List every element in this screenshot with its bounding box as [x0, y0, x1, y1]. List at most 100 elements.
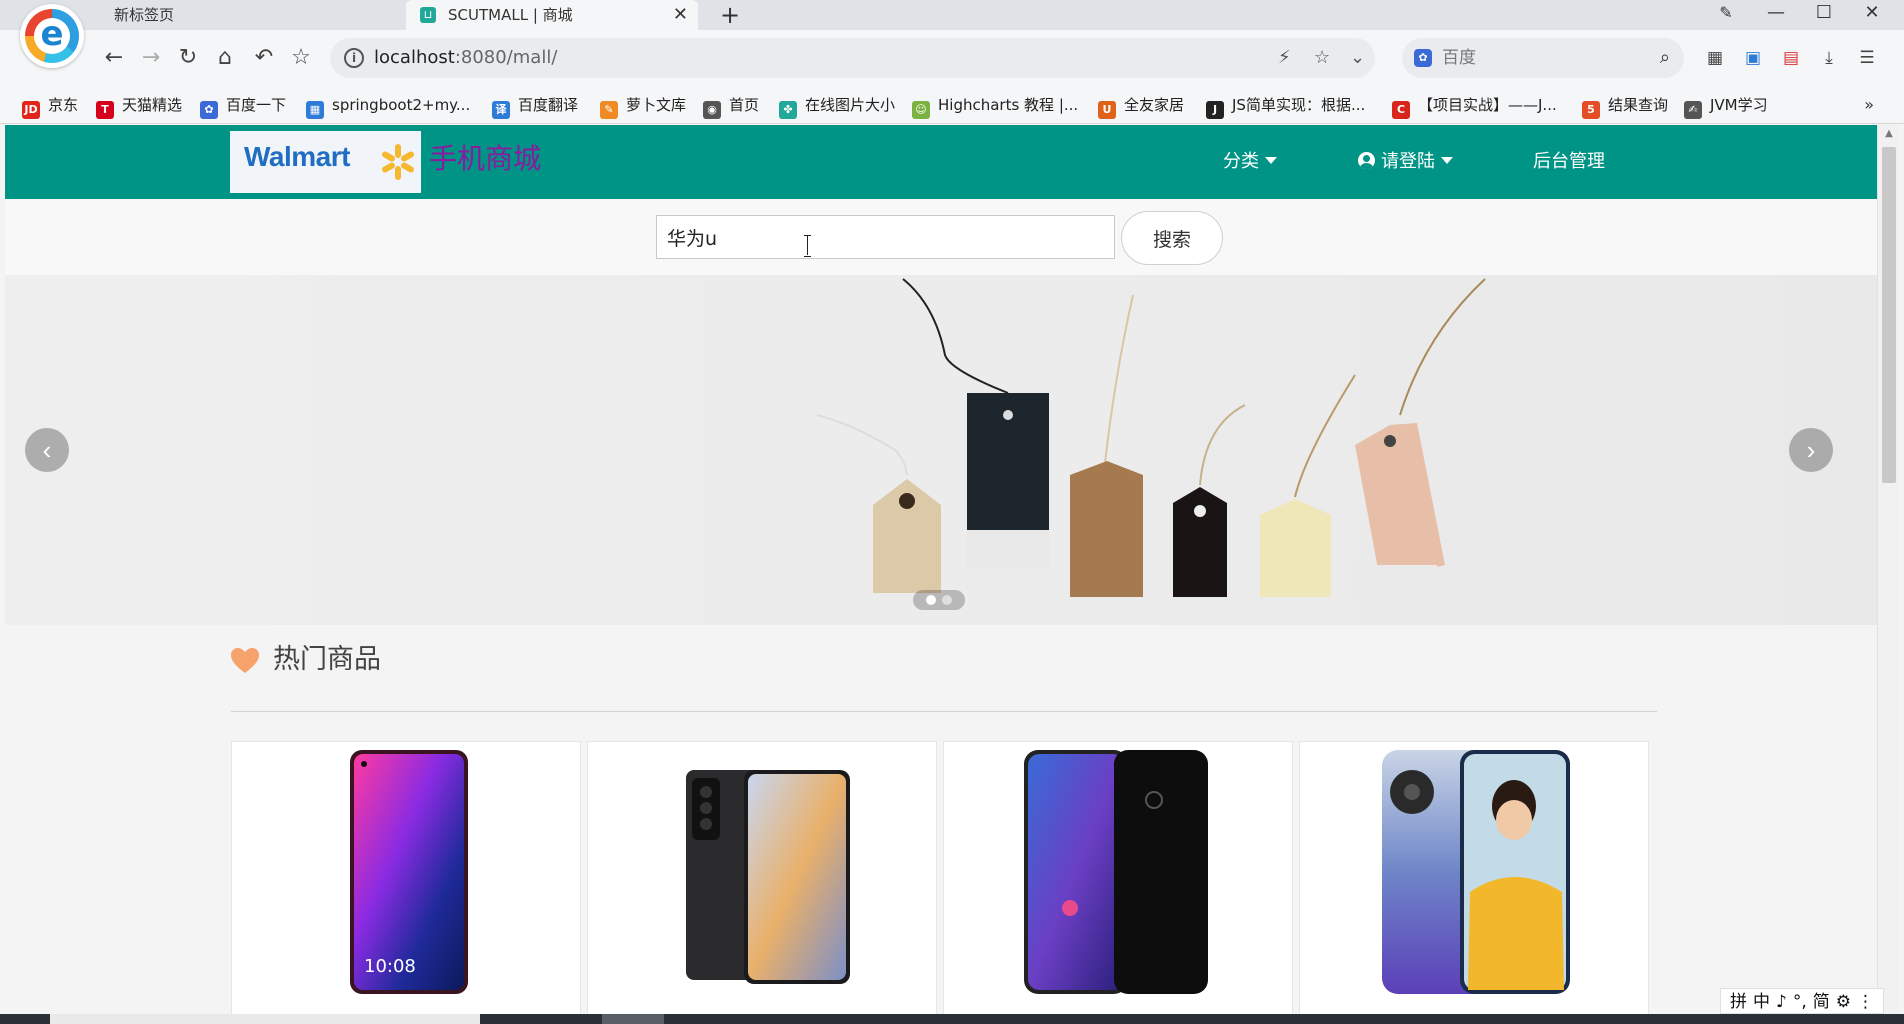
- search-button[interactable]: 搜索: [1121, 211, 1223, 265]
- bookmark-label: 全友家居: [1124, 96, 1185, 114]
- new-tab-button[interactable]: +: [720, 0, 740, 30]
- bookmark-item[interactable]: C 【项目实战】——J...: [1392, 86, 1557, 124]
- bookmark-item[interactable]: T 天猫精选: [96, 86, 182, 124]
- taskbar-progress: [50, 1014, 480, 1024]
- pdf-icon[interactable]: ▤: [1779, 46, 1803, 70]
- carousel-dot-2[interactable]: [942, 595, 952, 605]
- bookmark-item[interactable]: 译百度翻译: [492, 86, 578, 124]
- bookmark-item[interactable]: 5 结果查询: [1582, 86, 1668, 124]
- forward-arrow-icon[interactable]: →: [137, 44, 165, 72]
- ime-item[interactable]: 中: [1753, 992, 1770, 1012]
- bookmark-label: 【项目实战】——J...: [1418, 96, 1557, 114]
- section-divider: [231, 711, 1657, 712]
- scroll-up-icon[interactable]: ▲: [1878, 125, 1900, 143]
- tab-title: SCUTMALL | 商城: [448, 6, 573, 24]
- tab-title: 新标签页: [114, 6, 175, 24]
- bookmark-item[interactable]: JD 京东: [22, 86, 78, 124]
- html5-icon: 5: [1582, 101, 1600, 119]
- back-arrow-icon[interactable]: ←: [100, 44, 128, 72]
- page-scrollbar[interactable]: ▲: [1877, 125, 1899, 1014]
- menu-icon[interactable]: ☰: [1855, 46, 1879, 70]
- carousel-next-button[interactable]: ›: [1789, 428, 1833, 472]
- bookmark-label: 结果查询: [1608, 96, 1669, 114]
- site-icon: ▦: [306, 101, 324, 119]
- reload-icon[interactable]: ↻: [174, 44, 202, 72]
- product-card[interactable]: [587, 741, 937, 1014]
- puzzle-icon: ✤: [779, 101, 797, 119]
- bookmark-label: 天猫精选: [122, 96, 183, 114]
- taskbar-item: [602, 1014, 664, 1024]
- bookmark-item[interactable]: J JS简单实现：根据...: [1206, 86, 1365, 124]
- ime-item[interactable]: ♪: [1776, 992, 1787, 1012]
- search-icon[interactable]: ⌕: [1660, 38, 1670, 78]
- bookmark-item[interactable]: ☺ Highcharts 教程 |...: [912, 86, 1078, 124]
- close-window-button[interactable]: ✕: [1852, 0, 1892, 28]
- logo-text: Walmart: [244, 141, 350, 172]
- translate-icon: 译: [492, 101, 510, 119]
- lightning-icon[interactable]: ⚡: [1278, 38, 1291, 78]
- category-dropdown[interactable]: 分类: [1223, 125, 1277, 199]
- more-bookmarks-button[interactable]: »: [1864, 86, 1874, 124]
- ime-item[interactable]: ⚙: [1836, 992, 1851, 1012]
- bookmark-label: 首页: [729, 96, 760, 114]
- caret-down-icon: [1441, 157, 1453, 164]
- favorite-star-icon[interactable]: ☆: [287, 44, 315, 72]
- tab-scutmall[interactable]: ⊔ SCUTMALL | 商城 ✕: [406, 0, 698, 30]
- notes-icon[interactable]: ✎: [1706, 0, 1746, 28]
- admin-link[interactable]: 后台管理: [1533, 125, 1605, 199]
- product-image: 10:08: [350, 750, 468, 994]
- ime-item[interactable]: 拼: [1730, 992, 1747, 1012]
- ime-toolbar[interactable]: 拼中 ♪ °, 简 ⚙ ⋮: [1720, 988, 1885, 1014]
- bookmark-label: JS简单实现：根据...: [1232, 96, 1366, 114]
- site-info-icon[interactable]: i: [344, 48, 364, 68]
- bookmark-label: Highcharts 教程 |...: [938, 96, 1079, 114]
- undo-close-icon[interactable]: ↶: [250, 44, 278, 72]
- bookmark-star-icon[interactable]: ☆: [1314, 38, 1330, 78]
- jd-icon: JD: [22, 101, 40, 119]
- product-search-input[interactable]: [656, 215, 1115, 259]
- carousel-indicators: [913, 590, 965, 610]
- grid-apps-icon[interactable]: ▦: [1703, 46, 1727, 70]
- login-label: 请登陆: [1381, 151, 1435, 172]
- product-image: [1382, 750, 1570, 994]
- user-icon: [1358, 152, 1375, 169]
- ime-item[interactable]: °,: [1793, 992, 1807, 1012]
- bookmark-item[interactable]: ✤ 在线图片大小: [779, 86, 895, 124]
- search-area: 搜索: [5, 199, 1877, 275]
- bookmark-item[interactable]: ✎ 萝卜文库: [600, 86, 686, 124]
- csdn-icon: C: [1392, 101, 1410, 119]
- chevron-down-icon[interactable]: ⌄: [1350, 38, 1365, 78]
- product-card[interactable]: [1299, 741, 1649, 1014]
- home-icon[interactable]: ⌂: [211, 44, 239, 72]
- product-card[interactable]: [943, 741, 1293, 1014]
- url-text[interactable]: localhost:8080/mall/: [374, 38, 557, 78]
- bookmark-label: springboot2+my...: [332, 96, 471, 114]
- translate-icon[interactable]: ▣: [1741, 46, 1765, 70]
- minimize-button[interactable]: —: [1756, 0, 1796, 28]
- ime-item[interactable]: ⋮: [1857, 992, 1874, 1012]
- download-icon[interactable]: ⤓: [1817, 46, 1841, 70]
- ime-item[interactable]: 简: [1813, 992, 1830, 1012]
- bookmark-item[interactable]: ▦ springboot2+my...: [306, 86, 470, 124]
- browser-logo-icon: e: [20, 4, 84, 68]
- product-image: [1024, 750, 1208, 994]
- carousel-prev-button[interactable]: ‹: [25, 428, 69, 472]
- bookmark-item[interactable]: U 全友家居: [1098, 86, 1184, 124]
- bookmark-item[interactable]: ◉ 首页: [703, 86, 759, 124]
- section-title: 热门商品: [273, 644, 381, 675]
- close-tab-icon[interactable]: ✕: [673, 0, 688, 30]
- bookmark-item[interactable]: ✿ 百度一下: [200, 86, 286, 124]
- carousel-dot-1[interactable]: [926, 595, 936, 605]
- product-card[interactable]: 10:08: [231, 741, 581, 1014]
- bookmark-item[interactable]: ✍ JVM学习: [1684, 86, 1768, 124]
- scroll-thumb[interactable]: [1882, 147, 1896, 483]
- globe-icon: ◉: [703, 101, 721, 119]
- browser-search-box[interactable]: ✿ 百度 ⌕: [1402, 38, 1684, 78]
- walmart-logo[interactable]: Walmart: [230, 131, 421, 193]
- maximize-button[interactable]: ☐: [1804, 0, 1844, 28]
- category-label: 分类: [1223, 151, 1259, 172]
- login-dropdown[interactable]: 请登陆: [1358, 125, 1453, 199]
- address-bar[interactable]: i localhost:8080/mall/ ⚡ ☆ ⌄: [330, 38, 1375, 78]
- tmall-icon: T: [96, 101, 114, 119]
- tab-new-tab[interactable]: 新标签页: [100, 0, 400, 30]
